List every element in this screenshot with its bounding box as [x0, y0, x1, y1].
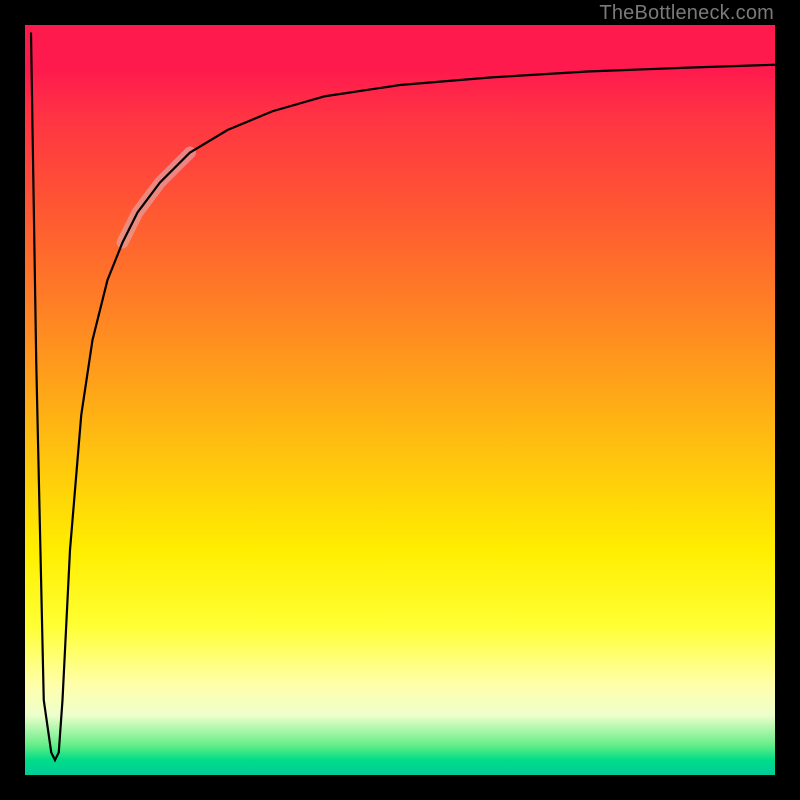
plot-area	[25, 25, 775, 775]
curve-highlight-segment	[123, 153, 191, 243]
watermark-text: TheBottleneck.com	[599, 2, 774, 25]
curve-layer	[25, 25, 775, 775]
chart-frame: TheBottleneck.com	[0, 0, 800, 800]
bottleneck-curve	[31, 33, 775, 761]
